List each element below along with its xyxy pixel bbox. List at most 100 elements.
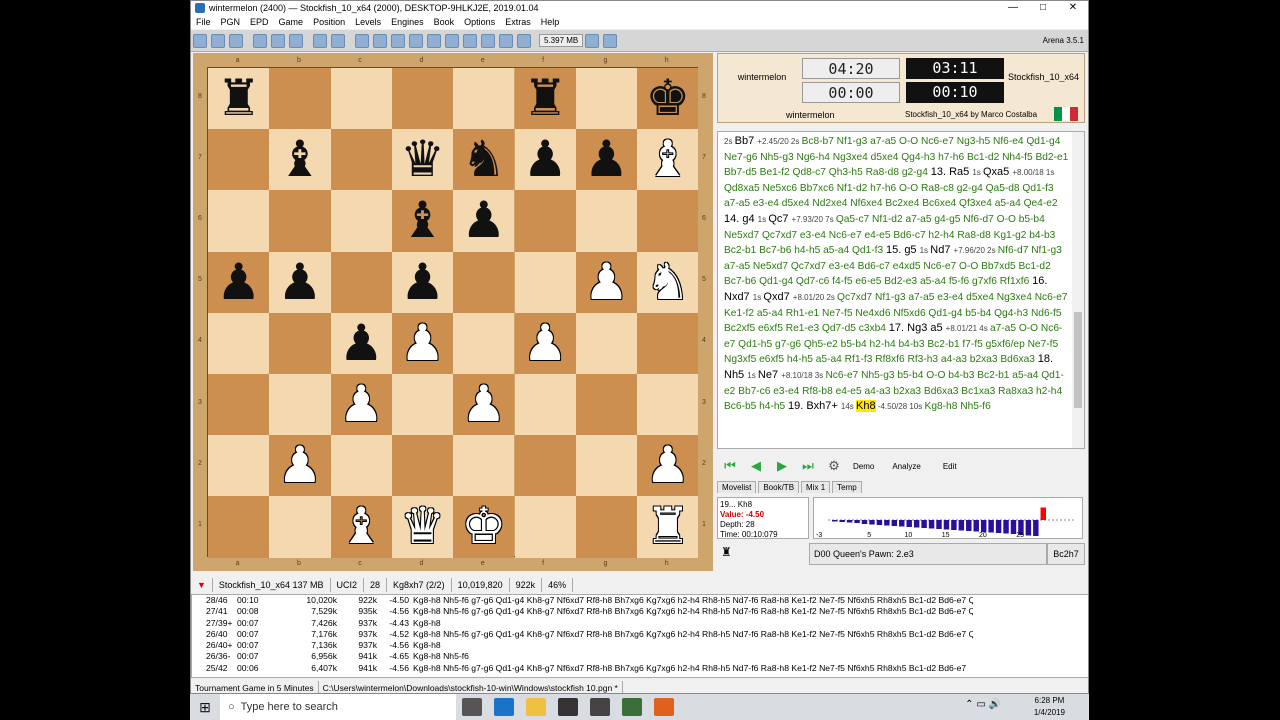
square-g2[interactable] — [575, 435, 638, 497]
square-c7[interactable] — [330, 129, 392, 191]
move-text[interactable]: Ne7 — [758, 369, 781, 381]
black-queen-icon[interactable]: ♛ — [392, 129, 453, 190]
board-setup-icon[interactable] — [355, 33, 369, 48]
square-c2[interactable] — [330, 435, 392, 497]
variation-text[interactable]: Kg8-h8 Nh5-f6 — [925, 401, 991, 412]
black-pawn-icon[interactable]: ♟ — [576, 129, 637, 190]
move-text[interactable]: 19. Bxh7+ — [788, 400, 841, 412]
square-g6[interactable] — [575, 190, 638, 252]
square-d2[interactable] — [391, 435, 454, 497]
move-text[interactable]: Qc7 — [768, 213, 791, 225]
square-e4[interactable] — [453, 312, 515, 374]
save-icon[interactable] — [229, 33, 243, 48]
demo-button[interactable]: Demo — [853, 462, 874, 471]
square-f3[interactable] — [514, 374, 576, 436]
new-game-icon[interactable] — [193, 33, 207, 48]
level2-icon[interactable] — [289, 33, 303, 48]
task-view-icon[interactable] — [462, 698, 482, 716]
open-icon[interactable] — [211, 33, 225, 48]
menu-game[interactable]: Game — [274, 15, 309, 29]
square-c5[interactable] — [330, 251, 392, 313]
menu-engines[interactable]: Engines — [386, 15, 429, 29]
menu-epd[interactable]: EPD — [245, 15, 274, 29]
square-e8[interactable] — [453, 68, 515, 130]
move-text[interactable]: Bb7 — [735, 135, 758, 147]
white-pawn-icon[interactable]: ♟ — [453, 374, 514, 435]
square-a6[interactable] — [208, 190, 270, 252]
piece2-icon[interactable] — [445, 33, 459, 48]
tab-temp[interactable]: Temp — [832, 481, 862, 493]
white-queen-icon[interactable]: ♛ — [392, 496, 453, 557]
square-a2[interactable] — [208, 435, 270, 497]
black-bishop-icon[interactable]: ♝ — [392, 190, 453, 251]
square-d3[interactable] — [391, 374, 454, 436]
square-f2[interactable] — [514, 435, 576, 497]
square-e5[interactable] — [453, 251, 515, 313]
minimize-button[interactable]: — — [998, 1, 1028, 15]
menu-options[interactable]: Options — [459, 15, 500, 29]
white-bishop-icon[interactable]: ♝ — [637, 129, 698, 190]
menu-help[interactable]: Help — [536, 15, 565, 29]
zoom-out-icon[interactable] — [409, 33, 423, 48]
analysis-row[interactable]: 26/40 00:07 7,176k 937k -4.52 Kg8-h8 Nh5-f6 g… — [192, 629, 1088, 640]
move-text[interactable]: Kh8 — [856, 400, 876, 413]
analyze-button[interactable]: Analyze — [892, 462, 920, 471]
gear-icon[interactable]: ⚙ — [826, 459, 842, 473]
analysis-row[interactable]: 27/41 00:08 7,529k 935k -4.56 Kg8-h8 Nh5-f6 g… — [192, 606, 1088, 617]
next-move-icon[interactable]: ▶ — [774, 459, 790, 473]
square-h6[interactable] — [637, 190, 699, 252]
black-pawn-icon[interactable]: ♟ — [208, 252, 269, 313]
square-g4[interactable] — [575, 312, 638, 374]
zoom-in-icon[interactable] — [391, 33, 405, 48]
system-tray-icon[interactable]: ⌃ ▭ 🔊 — [965, 699, 1001, 710]
move-text[interactable]: 15. g5 — [886, 244, 920, 256]
chessboard[interactable]: ♜ ♜ ♚ ♝ ♛ ♞ ♟ ♟ ♝ ♝ ♟ ♟ ♟ ♟ ♟ ♞ ♟ ♟ ♟ ♟ ♟ ♟ ♟ ♝ ♛ ♚ ♜ — [207, 67, 699, 558]
square-a3[interactable] — [208, 374, 270, 436]
black-pawn-icon[interactable]: ♟ — [515, 129, 576, 190]
square-b6[interactable] — [269, 190, 331, 252]
black-pawn-icon[interactable]: ♟ — [392, 252, 453, 313]
square-c8[interactable] — [330, 68, 392, 130]
square-b8[interactable] — [269, 68, 331, 130]
square-d8[interactable] — [391, 68, 454, 130]
square-f5[interactable] — [514, 251, 576, 313]
move-now-icon[interactable] — [331, 33, 345, 48]
white-rook-icon[interactable]: ♜ — [637, 496, 698, 557]
square-h4[interactable] — [637, 312, 699, 374]
tab-movelist[interactable]: Movelist — [717, 481, 757, 493]
white-pawn-icon[interactable]: ♟ — [576, 252, 637, 313]
square-c6[interactable] — [330, 190, 392, 252]
black-pawn-icon[interactable]: ♟ — [269, 252, 330, 313]
movelist[interactable]: 2s Bb7 +2.45/20 2s Bc8-b7 Nf1-g3 a7-a5 O… — [717, 131, 1085, 449]
black-pawn-icon[interactable]: ♟ — [453, 190, 514, 251]
maximize-button[interactable]: □ — [1028, 1, 1058, 15]
square-b4[interactable] — [269, 312, 331, 374]
fullscreen-icon[interactable] — [603, 33, 618, 48]
white-pawn-icon[interactable]: ♟ — [331, 374, 392, 435]
square-f1[interactable] — [514, 496, 576, 558]
white-king-icon[interactable]: ♚ — [453, 496, 514, 557]
web-icon[interactable] — [499, 33, 513, 48]
square-g8[interactable] — [575, 68, 638, 130]
tab-mix-1[interactable]: Mix 1 — [801, 481, 831, 493]
fics-icon[interactable] — [517, 33, 531, 48]
play-icon[interactable] — [313, 33, 327, 48]
menu-extras[interactable]: Extras — [500, 15, 536, 29]
move-text[interactable]: 14. g4 — [724, 213, 758, 225]
last-move-icon[interactable]: ⏭ — [800, 459, 816, 473]
first-move-icon[interactable]: ⏮ — [722, 459, 738, 473]
menu-file[interactable]: File — [191, 15, 216, 29]
white-knight-icon[interactable]: ♞ — [637, 252, 698, 313]
square-f6[interactable] — [514, 190, 576, 252]
store-icon[interactable] — [558, 698, 578, 716]
explorer-icon[interactable] — [526, 698, 546, 716]
white-pawn-icon[interactable]: ♟ — [269, 435, 330, 496]
black-pawn-icon[interactable]: ♟ — [331, 313, 392, 374]
move-text[interactable]: 17. Ng3 a5 — [889, 322, 946, 334]
edge-icon[interactable] — [494, 698, 514, 716]
close-button[interactable]: ✕ — [1058, 1, 1088, 15]
square-a1[interactable] — [208, 496, 270, 558]
menu-pgn[interactable]: PGN — [216, 15, 246, 29]
square-a4[interactable] — [208, 312, 270, 374]
scrollbar-thumb[interactable] — [1074, 312, 1082, 408]
